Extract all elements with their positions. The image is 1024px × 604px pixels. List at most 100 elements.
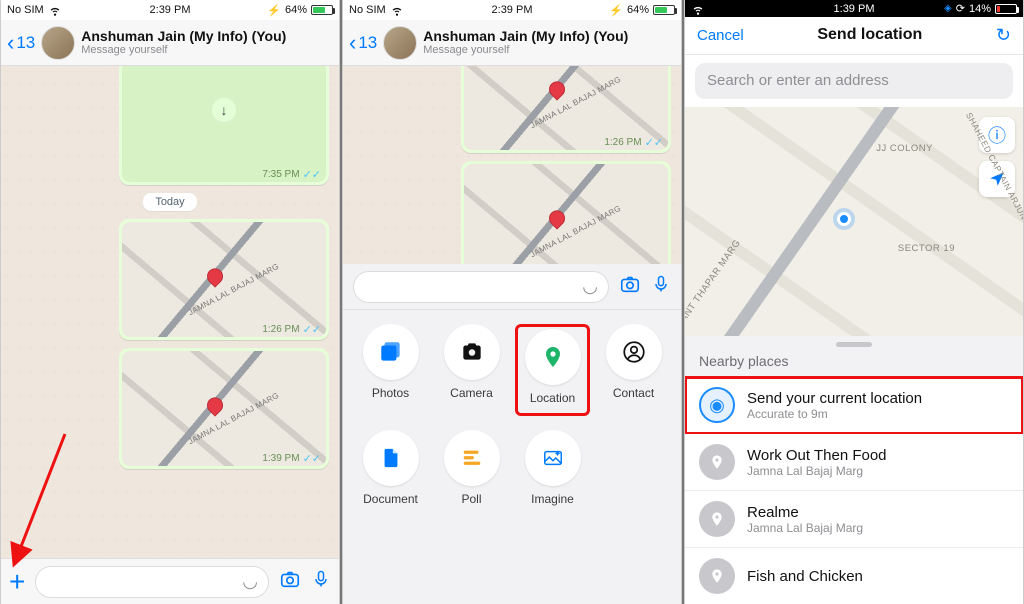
place-title: Fish and Chicken	[747, 568, 863, 585]
clock: 2:39 PM	[1, 4, 339, 16]
message-bubble[interactable]: JAMNA LAL BAJAJ MARG 1:39 PM✓✓	[119, 348, 329, 469]
mic-icon[interactable]	[311, 568, 331, 596]
place-subtitle: Jamna Lal Bajaj Marg	[747, 521, 863, 535]
chat-title: Anshuman Jain (My Info) (You)	[423, 29, 628, 44]
place-pin-icon	[699, 501, 735, 537]
attach-label: Poll	[461, 492, 481, 506]
attach-imagine[interactable]: Imagine	[515, 430, 590, 506]
message-input-bar: + ◡	[1, 558, 339, 604]
status-bar: No SIM 2:39 PM ⚡ 64%	[343, 0, 681, 20]
map-area-label: JJ COLONY	[876, 143, 933, 154]
screen-1-chat: No SIM 2:39 PM ⚡ 64% ‹ 13 Anshuman Jai	[0, 0, 340, 604]
message-input[interactable]: ◡	[35, 566, 269, 598]
poll-icon	[444, 430, 500, 486]
sticker-icon[interactable]: ◡	[242, 571, 258, 592]
avatar[interactable]	[41, 26, 75, 60]
camera-icon[interactable]	[619, 273, 641, 301]
map-thumbnail: JAMNA LAL BAJAJ MARG	[122, 351, 326, 466]
message-time: 1:26 PM✓✓	[262, 323, 321, 336]
send-current-location-row[interactable]: ◉ Send your current location Accurate to…	[685, 377, 1023, 434]
place-title: Realme	[747, 504, 863, 521]
screen-2-attach: No SIM 2:39 PM ⚡ 64% ‹ 13 Anshuman Jai	[342, 0, 682, 604]
location-header: Cancel Send location ↻	[685, 17, 1023, 55]
place-subtitle: Accurate to 9m	[747, 407, 922, 421]
chat-header: ‹ 13 Anshuman Jain (My Info) (You) Messa…	[343, 20, 681, 66]
back-count: 13	[358, 33, 377, 53]
attach-document[interactable]: Document	[353, 430, 428, 506]
chat-body[interactable]: ↓ 7:35 PM✓✓ Today JAMNA LAL BAJAJ MARG 1…	[1, 66, 339, 558]
road-label: JAMNA LAL BAJAJ MARG	[529, 204, 623, 260]
message-input-bar: ◡	[343, 264, 681, 310]
chat-title-block[interactable]: Anshuman Jain (My Info) (You) Message yo…	[81, 29, 286, 56]
chat-title-block[interactable]: Anshuman Jain (My Info) (You) Message yo…	[423, 29, 628, 56]
contact-icon	[606, 324, 662, 380]
message-bubble[interactable]: JAMNA LAL BAJAJ MARG 1:26 PM✓✓	[119, 219, 329, 340]
status-bar: 1:39 PM ◈ ⟳ 14%	[685, 0, 1023, 17]
status-bar: No SIM 2:39 PM ⚡ 64%	[1, 0, 339, 20]
attach-camera[interactable]: Camera	[434, 324, 509, 416]
date-separator: Today	[143, 193, 196, 211]
download-icon[interactable]: ↓	[212, 98, 236, 122]
nearby-section: Nearby places ◉ Send your current locati…	[685, 336, 1023, 604]
attach-contact[interactable]: Contact	[596, 324, 671, 416]
cancel-button[interactable]: Cancel	[697, 27, 744, 44]
attach-label: Location	[530, 391, 575, 405]
attach-location[interactable]: Location	[515, 324, 590, 416]
nearby-title: Nearby places	[685, 351, 1023, 377]
pin-icon	[204, 265, 227, 288]
map-thumbnail: JAMNA LAL BAJAJ MARG	[464, 164, 668, 279]
nearby-place-row[interactable]: Fish and Chicken	[685, 548, 1023, 604]
sheet-grabber[interactable]	[836, 342, 872, 347]
attach-label: Camera	[450, 386, 493, 400]
read-ticks-icon: ✓✓	[303, 168, 321, 181]
nearby-place-row[interactable]: Realme Jamna Lal Bajaj Marg	[685, 491, 1023, 548]
attach-grid: Photos Camera Location	[343, 310, 681, 604]
attach-button[interactable]: +	[9, 568, 25, 596]
current-location-icon: ◉	[699, 387, 735, 423]
nearby-place-row[interactable]: Work Out Then Food Jamna Lal Bajaj Marg	[685, 434, 1023, 491]
chat-subtitle: Message yourself	[423, 44, 628, 56]
back-button[interactable]: ‹ 13	[7, 30, 35, 56]
clock: 2:39 PM	[343, 4, 681, 16]
clock: 1:39 PM	[685, 3, 1023, 15]
road-label: JAMNA LAL BAJAJ MARG	[187, 262, 281, 318]
read-ticks-icon: ✓✓	[303, 452, 321, 465]
camera-icon	[444, 324, 500, 380]
page-title: Send location	[817, 26, 922, 44]
battery-icon	[653, 5, 675, 15]
attach-label: Contact	[613, 386, 654, 400]
map-view[interactable]: ⓘ SECTOR 19 JJ COLONY ANT THAPAR MARG SH…	[685, 107, 1023, 336]
chevron-left-icon: ‹	[349, 30, 356, 56]
placeholder-thumb: ↓	[122, 66, 326, 182]
chevron-left-icon: ‹	[7, 30, 14, 56]
search-input[interactable]: Search or enter an address	[695, 63, 1013, 99]
read-ticks-icon: ✓✓	[303, 323, 321, 336]
search-wrap: Search or enter an address	[685, 55, 1023, 107]
pin-icon	[546, 78, 569, 101]
chat-title: Anshuman Jain (My Info) (You)	[81, 29, 286, 44]
mic-icon[interactable]	[651, 273, 671, 301]
message-bubble[interactable]: ↓ 7:35 PM✓✓	[119, 66, 329, 185]
attach-sheet: ◡ Photos	[343, 264, 681, 604]
imagine-icon	[525, 430, 581, 486]
place-pin-icon	[699, 558, 735, 594]
road-label: JAMNA LAL BAJAJ MARG	[529, 75, 623, 131]
chat-header: ‹ 13 Anshuman Jain (My Info) (You) Messa…	[1, 20, 339, 66]
message-input[interactable]: ◡	[353, 271, 609, 303]
battery-icon	[995, 4, 1017, 14]
place-pin-icon	[699, 444, 735, 480]
message-time: 1:26 PM✓✓	[604, 136, 663, 149]
reload-icon[interactable]: ↻	[996, 25, 1011, 46]
message-time: 7:35 PM✓✓	[262, 168, 321, 181]
avatar[interactable]	[383, 26, 417, 60]
place-subtitle: Jamna Lal Bajaj Marg	[747, 464, 887, 478]
attach-photos[interactable]: Photos	[353, 324, 428, 416]
message-time: 1:39 PM✓✓	[262, 452, 321, 465]
pin-icon	[204, 394, 227, 417]
camera-icon[interactable]	[279, 568, 301, 596]
sticker-icon[interactable]: ◡	[582, 276, 598, 297]
attach-poll[interactable]: Poll	[434, 430, 509, 506]
attach-label: Document	[363, 492, 418, 506]
back-button[interactable]: ‹ 13	[349, 30, 377, 56]
message-bubble[interactable]: JAMNA LAL BAJAJ MARG 1:26 PM✓✓	[461, 66, 671, 153]
